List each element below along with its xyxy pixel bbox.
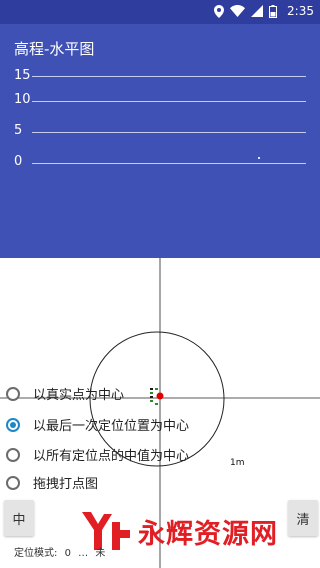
status-time: 2:35: [287, 4, 314, 18]
radio-button[interactable]: [6, 417, 20, 432]
tick-label: 15: [14, 68, 31, 83]
elevation-panel: 高程-水平图 15 10 5 0: [0, 24, 320, 258]
radio-button[interactable]: [6, 475, 20, 490]
tick-label: 10: [14, 92, 31, 107]
option-label: 以所有定位点的中值为中心: [33, 449, 190, 464]
wifi-icon: [230, 5, 246, 17]
location-icon: [214, 4, 225, 18]
position-marker: [150, 388, 164, 405]
footer-status-text: 未: [95, 548, 106, 559]
tick-label: 5: [14, 123, 23, 138]
footer-status: 定位模式: 0 … 未: [14, 544, 109, 559]
data-point: [258, 157, 260, 159]
footer-extra: …: [78, 548, 89, 559]
option-label: 以最后一次定位位置为中心: [33, 419, 190, 434]
watermark-text: 永辉资源网: [138, 518, 278, 550]
signal-icon: [251, 5, 264, 17]
option-label: 以真实点为中心: [33, 388, 125, 403]
option-median-center[interactable]: 以所有定位点的中值为中心: [6, 445, 189, 464]
gridline: [32, 101, 306, 102]
option-label: 拖拽打点图: [33, 477, 99, 492]
mode-value: 0: [64, 548, 71, 559]
battery-icon: [269, 4, 278, 18]
gridline: [32, 163, 306, 164]
option-last-fix-center[interactable]: 以最后一次定位位置为中心: [6, 415, 189, 434]
status-bar: 2:35: [0, 0, 320, 24]
scale-label: 1m: [230, 458, 245, 468]
tick-label: 0: [14, 154, 23, 169]
center-button[interactable]: 中: [4, 500, 34, 536]
radio-button[interactable]: [6, 447, 20, 462]
radio-button[interactable]: [6, 386, 20, 401]
clear-button[interactable]: 清: [288, 500, 318, 536]
gridline: [32, 76, 306, 77]
mode-label: 定位模式:: [14, 548, 58, 559]
option-true-point-center[interactable]: 以真实点为中心: [6, 384, 124, 403]
page-title: 高程-水平图: [14, 40, 95, 58]
option-drag-plot[interactable]: 拖拽打点图: [6, 473, 98, 492]
gridline: [32, 132, 306, 133]
